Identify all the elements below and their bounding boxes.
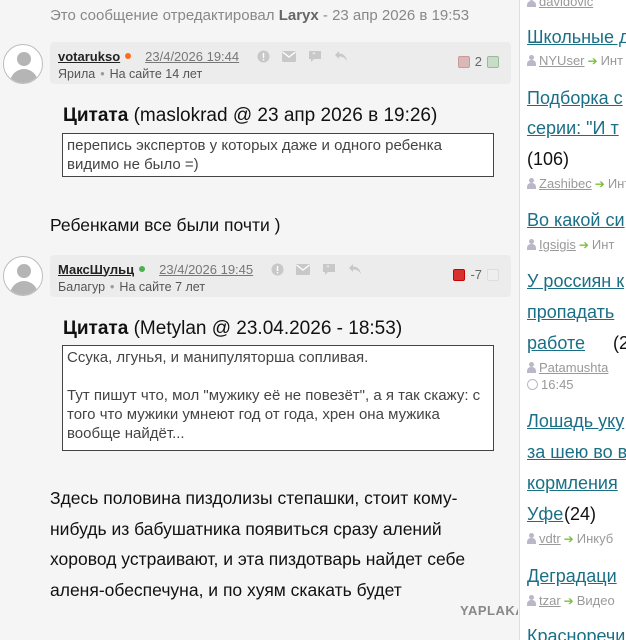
- quote-icon[interactable]: ”: [308, 50, 322, 63]
- vote-down-button[interactable]: [457, 55, 470, 68]
- sidebar-item-link[interactable]: У россиян к: [527, 271, 624, 292]
- sidebar-item-link[interactable]: Школьные д: [527, 27, 626, 48]
- avatar[interactable]: [3, 44, 43, 84]
- user-icon: [527, 178, 536, 189]
- user-icon: [527, 55, 536, 66]
- arrow-right-icon: ➔: [563, 531, 574, 546]
- sidebar-item-link[interactable]: пропадать: [527, 302, 614, 323]
- avatar[interactable]: [3, 256, 43, 296]
- post-header: votarukso 23/4/2026 19:44 ” Ярила • На сай…: [50, 42, 511, 84]
- sidebar-item-link[interactable]: серии: "И т: [527, 118, 619, 139]
- reply-icon[interactable]: [348, 263, 362, 275]
- sidebar-item-count: (21): [613, 333, 626, 353]
- sidebar-item-link[interactable]: Подборка с: [527, 88, 623, 109]
- user-site-age: На сайте 7 лет: [119, 280, 206, 294]
- user-icon: [527, 0, 536, 7]
- site-watermark: YAPLAKAL.COM: [460, 603, 518, 618]
- clock-icon: [527, 379, 538, 390]
- edit-note: Это сообщение отредактировал Laryx - 23 …: [50, 7, 470, 24]
- rating-value: -7: [470, 267, 482, 282]
- quote-icon[interactable]: ”: [322, 263, 336, 276]
- user-site-age: На сайте 14 лет: [109, 67, 203, 81]
- svg-text:”: ”: [326, 264, 330, 272]
- comments-area: Это сообщение отредактировал Laryx - 23 …: [0, 0, 518, 640]
- post-date-link[interactable]: 23/4/2026 19:44: [145, 49, 239, 64]
- sidebar-item-meta: NYUser ➔ Инт: [527, 53, 623, 68]
- rating-widget: -7: [453, 267, 499, 282]
- vote-down-button[interactable]: [453, 268, 466, 281]
- editor-name[interactable]: Laryx: [279, 7, 319, 24]
- sidebar-item-meta: vdtr ➔ Инкуб: [527, 531, 613, 546]
- sidebar-item-link[interactable]: Деградаци: [527, 566, 617, 587]
- username-link[interactable]: votarukso: [58, 49, 120, 64]
- quote-box: перепись экспертов у которых даже и одно…: [62, 133, 494, 177]
- sidebar-item-link[interactable]: Лошадь уку: [527, 411, 624, 432]
- sidebar-popular-posts: davidovic Школьные д NYUser ➔ Инт Подборка…: [519, 0, 626, 640]
- sidebar-item-count: (24): [564, 504, 597, 524]
- user-rank: Ярила: [58, 67, 96, 81]
- sidebar-item-meta: Zashibec➔Инт: [527, 176, 626, 191]
- complain-icon[interactable]: [271, 263, 284, 276]
- post-header: МаксШульц 23/4/2026 19:45 ” Балагур • На с…: [50, 255, 511, 297]
- user-rank: Балагур: [58, 280, 106, 294]
- sidebar-item-meta: davidovic: [527, 0, 593, 9]
- quote-title: Цитата (maslokrad @ 23 апр 2026 в 19:26): [63, 105, 438, 126]
- user-icon: [527, 533, 536, 544]
- post-text: Ребенками все были почти ): [50, 215, 281, 235]
- arrow-right-icon: ➔: [587, 53, 598, 68]
- private-message-icon[interactable]: [296, 263, 311, 275]
- quote-box: Ссука, лгунья, и манипуляторша сопливая.…: [62, 345, 494, 451]
- post-date-link[interactable]: 23/4/2026 19:45: [159, 262, 253, 277]
- quote-title: Цитата (Metylan @ 23.04.2026 - 18:53): [63, 318, 403, 339]
- sidebar-item-link[interactable]: за шею во в: [527, 442, 626, 463]
- user-icon: [527, 239, 536, 250]
- user-icon: [527, 362, 536, 373]
- rating-value: 2: [474, 54, 482, 69]
- vote-up-button[interactable]: [487, 55, 499, 68]
- sidebar-item-meta: tzar ➔ Видео: [527, 593, 615, 608]
- sidebar-item-link[interactable]: Уфе: [527, 504, 563, 525]
- post-text: Здесь половина пиздолизы степашки, стоит…: [50, 488, 466, 600]
- online-status-dot: [125, 53, 132, 59]
- rating-widget: 2: [457, 54, 499, 69]
- private-message-icon[interactable]: [282, 50, 297, 62]
- sidebar-item-link[interactable]: работе: [527, 333, 585, 354]
- svg-text:”: ”: [312, 51, 316, 59]
- sidebar-item-link[interactable]: кормления: [527, 473, 618, 494]
- online-status-dot: [139, 266, 146, 272]
- user-icon: [527, 595, 536, 606]
- sidebar-item-count: (106): [527, 149, 570, 169]
- sidebar-item-time: 16:45: [527, 377, 574, 392]
- complain-icon[interactable]: [257, 50, 270, 63]
- sidebar-item-link[interactable]: Красноречи: [527, 626, 625, 640]
- sidebar-item-meta: Patamushta: [527, 360, 608, 375]
- sidebar-item-meta: Igsigis ➔ Инт: [527, 237, 614, 252]
- vote-up-button[interactable]: [487, 268, 499, 281]
- arrow-right-icon: ➔: [563, 593, 574, 608]
- arrow-right-icon: ➔: [578, 237, 589, 252]
- reply-icon[interactable]: [334, 50, 348, 62]
- username-link[interactable]: МаксШульц: [58, 262, 134, 277]
- sidebar-item-link[interactable]: Во какой си: [527, 210, 625, 231]
- arrow-right-icon: ➔: [594, 176, 605, 191]
